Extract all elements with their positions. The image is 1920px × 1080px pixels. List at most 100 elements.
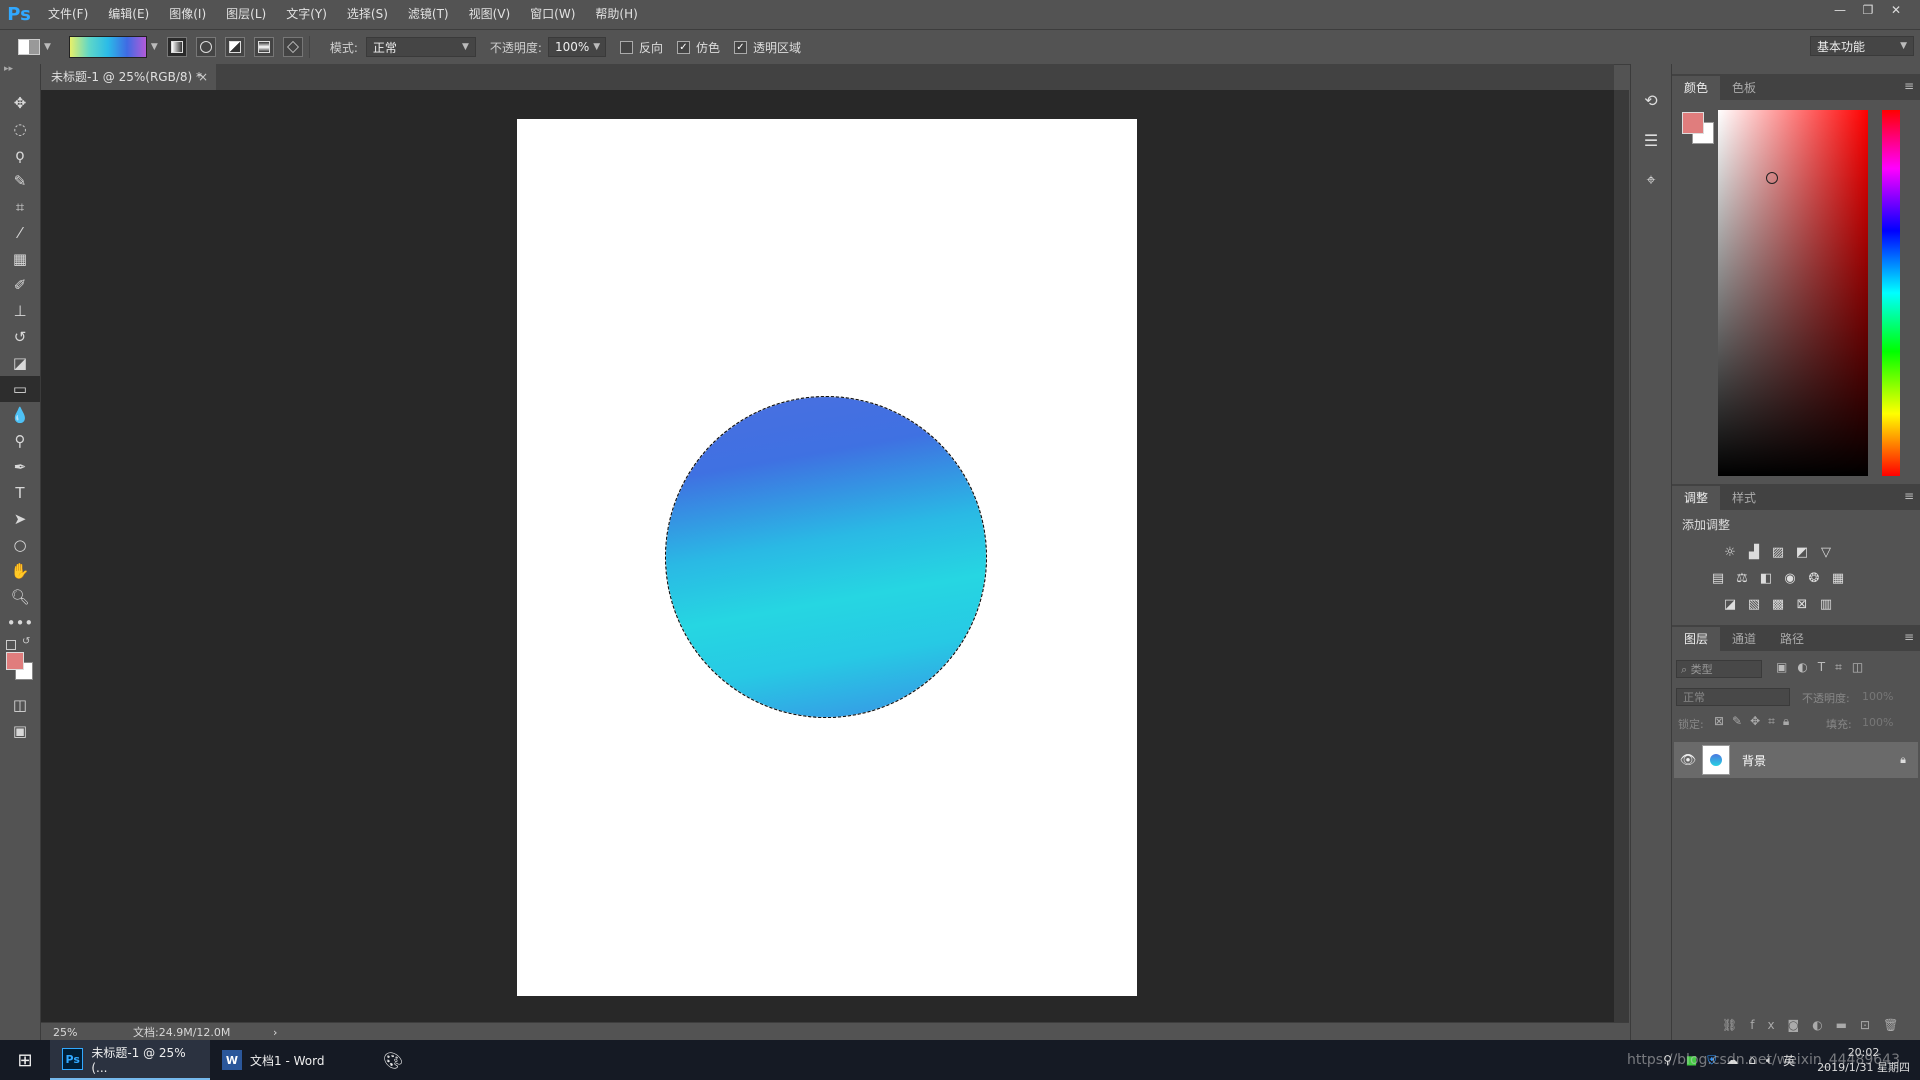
vibrance-icon[interactable]: ▽ <box>1814 542 1838 562</box>
eraser-tool-icon[interactable]: ◪ <box>0 350 40 376</box>
close-tab-icon[interactable]: × <box>198 64 208 90</box>
zoom-tool-icon[interactable]: 🔍︎ <box>0 584 40 610</box>
menu-edit[interactable]: 编辑(E) <box>98 0 159 29</box>
quick-mask-icon[interactable]: ◫ <box>0 692 40 718</box>
radial-gradient-button[interactable] <box>195 37 216 57</box>
tab-channels[interactable]: 通道 <box>1720 627 1768 651</box>
layer-filter-icons[interactable]: ▣◐T⌗◫ <box>1776 660 1873 675</box>
layer-filter-select[interactable]: ⌕ 类型 <box>1676 660 1762 678</box>
color-field[interactable] <box>1718 110 1868 476</box>
hand-tool-icon[interactable]: ✋ <box>0 558 40 584</box>
vertical-scrollbar[interactable] <box>1614 90 1629 1022</box>
crop-tool-icon[interactable]: ⌗ <box>0 194 40 220</box>
document-tab[interactable]: 未标题-1 @ 25%(RGB/8) * × <box>41 64 216 90</box>
taskbar-word[interactable]: W 文档1 - Word <box>210 1040 366 1080</box>
default-colors-icon[interactable] <box>6 640 16 650</box>
eyedropper-tool-icon[interactable]: ⁄ <box>0 220 40 246</box>
brush-tool-icon[interactable]: ✐ <box>0 272 40 298</box>
restore-button[interactable]: ❐ <box>1854 3 1882 17</box>
swap-colors-icon[interactable]: ↺ <box>22 636 30 647</box>
levels-icon[interactable]: ▟ <box>1742 542 1766 562</box>
dodge-tool-icon[interactable]: ⚲ <box>0 428 40 454</box>
collapse-icon[interactable]: ▸▸ <box>0 64 40 90</box>
panel-foreground-swatch[interactable] <box>1682 112 1704 134</box>
menu-select[interactable]: 选择(S) <box>337 0 398 29</box>
chevron-down-icon[interactable]: ▼ <box>151 42 158 52</box>
gradient-map-icon[interactable]: ▥ <box>1814 594 1838 614</box>
tab-styles[interactable]: 样式 <box>1720 486 1768 510</box>
menu-file[interactable]: 文件(F) <box>38 0 98 29</box>
diamond-gradient-button[interactable] <box>282 37 303 57</box>
tab-layers[interactable]: 图层 <box>1672 627 1721 651</box>
color-balance-icon[interactable]: ⚖ <box>1730 568 1754 588</box>
menu-help[interactable]: 帮助(H) <box>585 0 647 29</box>
workspace-select[interactable]: 基本功能 ▼ <box>1810 36 1914 56</box>
posterize-icon[interactable]: ▧ <box>1742 594 1766 614</box>
black-white-icon[interactable]: ◧ <box>1754 568 1778 588</box>
marquee-tool-icon[interactable]: ◌ <box>0 116 40 142</box>
eye-icon[interactable]: 👁︎ <box>1674 753 1702 768</box>
zoom-level[interactable]: 25% <box>53 1026 113 1039</box>
clone-stamp-tool-icon[interactable]: ⊥ <box>0 298 40 324</box>
color-picker-ring[interactable] <box>1766 172 1778 184</box>
menu-filter[interactable]: 滤镜(T) <box>398 0 459 29</box>
invert-icon[interactable]: ◪ <box>1718 594 1742 614</box>
exposure-icon[interactable]: ◩ <box>1790 542 1814 562</box>
taskbar-photoshop[interactable]: Ps 未标题-1 @ 25%(... <box>50 1040 210 1080</box>
path-selection-tool-icon[interactable]: ➤ <box>0 506 40 532</box>
reverse-checkbox[interactable] <box>619 40 633 54</box>
curves-icon[interactable]: ▨ <box>1766 542 1790 562</box>
channel-mixer-icon[interactable]: ❂ <box>1802 568 1826 588</box>
menu-view[interactable]: 视图(V) <box>459 0 521 29</box>
layer-opacity-value[interactable]: 100% <box>1862 690 1893 703</box>
healing-brush-tool-icon[interactable]: ▦ <box>0 246 40 272</box>
tab-adjustments[interactable]: 调整 <box>1672 486 1721 510</box>
panel-menu-icon[interactable]: ≡ <box>1904 630 1914 644</box>
status-menu-arrow[interactable]: › <box>273 1026 277 1039</box>
quick-selection-tool-icon[interactable]: ✎ <box>0 168 40 194</box>
pen-tool-icon[interactable]: ✒ <box>0 454 40 480</box>
history-panel-icon[interactable]: ⟲ <box>1631 80 1671 120</box>
paint-app-icon[interactable]: 🎨︎ <box>366 1040 420 1080</box>
transparency-checkbox[interactable]: ✓ <box>733 40 747 54</box>
document-canvas[interactable] <box>517 119 1137 996</box>
hue-slider[interactable] <box>1882 110 1900 476</box>
menu-type[interactable]: 文字(Y) <box>276 0 337 29</box>
brightness-icon[interactable]: ☼ <box>1718 542 1742 562</box>
photo-filter-icon[interactable]: ◉ <box>1778 568 1802 588</box>
dither-checkbox[interactable]: ✓ <box>676 40 690 54</box>
fill-value[interactable]: 100% <box>1862 716 1893 729</box>
close-window-button[interactable]: ✕ <box>1882 3 1910 17</box>
history-brush-tool-icon[interactable]: ↺ <box>0 324 40 350</box>
menu-layer[interactable]: 图层(L) <box>216 0 276 29</box>
tool-preset-picker[interactable] <box>18 39 40 55</box>
layer-row-background[interactable]: 👁︎ 背景 🔒︎ <box>1674 742 1918 778</box>
minimize-button[interactable]: — <box>1826 3 1854 17</box>
lasso-tool-icon[interactable]: ϙ <box>0 142 40 168</box>
type-tool-icon[interactable]: T <box>0 480 40 506</box>
ellipse-tool-icon[interactable]: ○ <box>0 532 40 558</box>
angle-gradient-button[interactable] <box>224 37 245 57</box>
lock-icons[interactable]: ⊠✎✥⌗🔒︎ <box>1714 714 1797 729</box>
move-tool-icon[interactable]: ✥ <box>0 90 40 116</box>
selective-color-icon[interactable]: ⊠ <box>1790 594 1814 614</box>
reflected-gradient-button[interactable] <box>253 37 274 57</box>
threshold-icon[interactable]: ▩ <box>1766 594 1790 614</box>
gradient-picker[interactable] <box>68 36 147 58</box>
panel-menu-icon[interactable]: ≡ <box>1904 79 1914 93</box>
menu-window[interactable]: 窗口(W) <box>520 0 585 29</box>
color-lookup-icon[interactable]: ▦ <box>1826 568 1850 588</box>
linear-gradient-button[interactable] <box>166 37 187 57</box>
menu-image[interactable]: 图像(I) <box>159 0 216 29</box>
tab-color[interactable]: 颜色 <box>1672 76 1721 100</box>
chevron-down-icon[interactable]: ▼ <box>44 42 51 52</box>
actions-panel-icon[interactable]: ⌖ <box>1631 160 1671 200</box>
windows-start-icon[interactable]: ⊞ <box>0 1040 50 1080</box>
tab-paths[interactable]: 路径 <box>1768 627 1816 651</box>
panel-menu-icon[interactable]: ≡ <box>1904 489 1914 503</box>
foreground-color-swatch[interactable] <box>6 652 24 670</box>
opacity-input[interactable]: 100% ▼ <box>547 37 606 57</box>
screen-mode-icon[interactable]: ▣ <box>0 718 40 744</box>
layer-footer-buttons[interactable]: ⛓fx◙◐▬⊡🗑︎ <box>1722 1018 1911 1032</box>
tab-swatches[interactable]: 色板 <box>1720 76 1768 100</box>
